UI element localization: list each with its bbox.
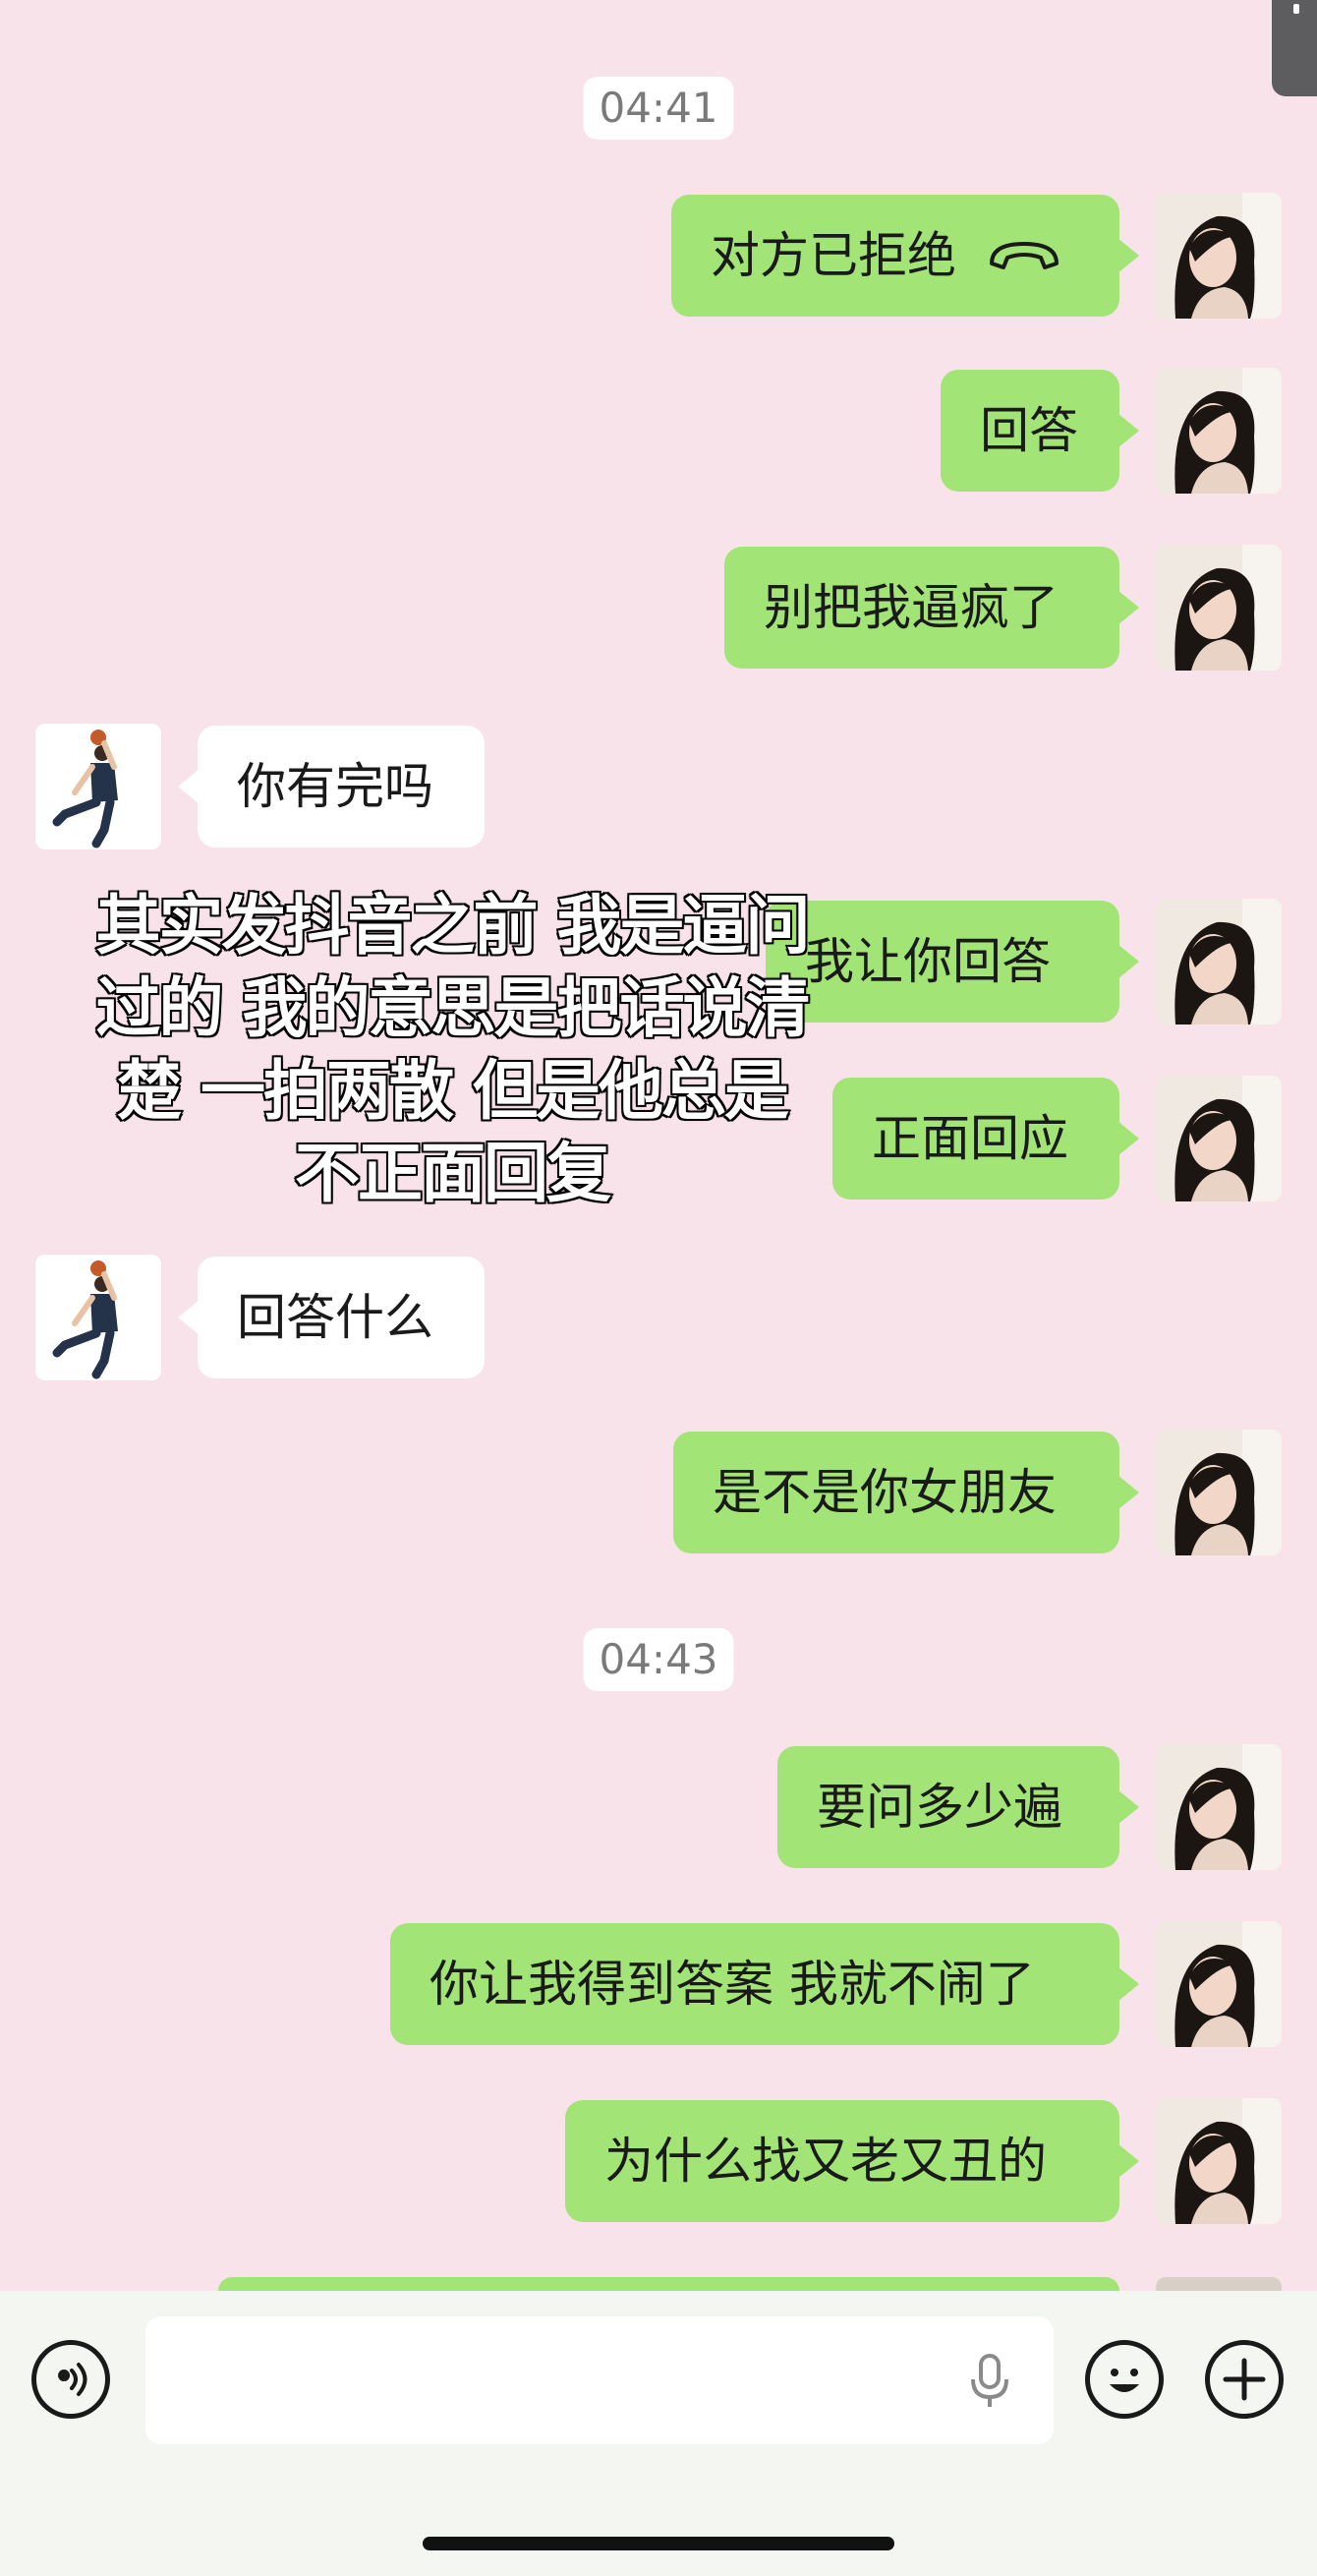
hang-up-phone-icon: [990, 242, 1059, 269]
message-bubble[interactable]: 是不是你女朋友: [673, 1432, 1139, 1553]
avatar[interactable]: [1156, 899, 1282, 1025]
voice-toggle-button[interactable]: [31, 2340, 110, 2419]
plus-icon: [1223, 2358, 1266, 2401]
emoji-button[interactable]: [1085, 2340, 1164, 2419]
timestamp: 04:41: [583, 77, 734, 140]
avatar-contact[interactable]: [35, 1255, 161, 1380]
avatar-woman-photo: [1156, 1076, 1282, 1201]
avatar[interactable]: [1156, 368, 1282, 494]
message-bubble[interactable]: 为什么找又老又丑的: [565, 2100, 1139, 2222]
avatar-woman-photo: [1156, 899, 1282, 1025]
avatar[interactable]: [1156, 1744, 1282, 1870]
message-input[interactable]: [145, 2316, 1054, 2444]
caption-line: 楚 一拍两散 但是他总是: [116, 1052, 791, 1131]
message-bubble[interactable]: 正面回应: [832, 1078, 1139, 1200]
message-bubble[interactable]: 要问多少遍: [777, 1746, 1139, 1868]
scrollbar-thumb[interactable]: [1272, 0, 1317, 96]
avatar[interactable]: [1156, 545, 1282, 671]
caption-line: 不正面回复: [294, 1135, 613, 1213]
avatar-woman-photo: [1156, 1744, 1282, 1870]
message-bubble[interactable]: 你让我得到答案 我就不闹了: [390, 1923, 1139, 2045]
avatar-woman-photo: [1156, 545, 1282, 671]
microphone-icon[interactable]: [965, 2352, 1014, 2411]
avatar-contact[interactable]: [35, 724, 161, 849]
message-bubble[interactable]: 别把我逼疯了: [724, 547, 1139, 669]
avatar-woman-photo: [1156, 368, 1282, 494]
caption-line: 过的 我的意思是把话说清: [94, 969, 812, 1048]
avatar-woman-photo: [1156, 1921, 1282, 2047]
avatar-basketball-player-illustration: [35, 1255, 161, 1380]
timestamp: 04:43: [583, 1628, 734, 1691]
message-text: 正面回应: [872, 1110, 1068, 1167]
video-caption-overlay: 其实发抖音之前 我是逼问 过的 我的意思是把话说清 楚 一拍两散 但是他总是 不…: [79, 885, 826, 1215]
message-bubble-call-declined[interactable]: 对方已拒绝: [671, 195, 1139, 317]
message-text: 我让你回答: [805, 933, 1051, 990]
message-text: 别把我逼疯了: [764, 579, 1059, 636]
avatar-woman-photo: [1156, 2098, 1282, 2224]
avatar-partial[interactable]: [1156, 2277, 1282, 2291]
avatar-basketball-player-illustration: [35, 724, 161, 849]
message-text: 你有完吗: [237, 758, 433, 815]
avatar[interactable]: [1156, 1921, 1282, 2047]
message-text: 要问多少遍: [817, 1779, 1062, 1836]
message-text: 回答什么: [237, 1289, 433, 1346]
avatar[interactable]: [1156, 2098, 1282, 2224]
message-bubble-partial[interactable]: [218, 2277, 1119, 2291]
message-text: 对方已拒绝: [711, 227, 956, 284]
message-bubble-contact[interactable]: 回答什么: [178, 1257, 485, 1378]
message-text: 是不是你女朋友: [713, 1464, 1057, 1521]
avatar[interactable]: [1156, 1430, 1282, 1555]
more-options-button[interactable]: [1205, 2340, 1284, 2419]
avatar-woman-photo: [1156, 193, 1282, 319]
message-bubble[interactable]: 回答: [941, 370, 1139, 492]
message-text: 你让我得到答案 我就不闹了: [429, 1956, 1035, 2013]
avatar-woman-photo: [1156, 1430, 1282, 1555]
caption-line: 其实发抖音之前 我是逼问: [94, 887, 812, 966]
message-bubble-contact[interactable]: 你有完吗: [178, 726, 485, 848]
home-indicator[interactable]: [423, 2537, 894, 2550]
message-text: 回答: [980, 402, 1078, 459]
emoji-icon: [1110, 2369, 1139, 2392]
avatar[interactable]: [1156, 193, 1282, 319]
avatar[interactable]: [1156, 1076, 1282, 1201]
voice-toggle-icon: [58, 2363, 87, 2396]
message-text: 为什么找又老又丑的: [604, 2133, 1047, 2190]
